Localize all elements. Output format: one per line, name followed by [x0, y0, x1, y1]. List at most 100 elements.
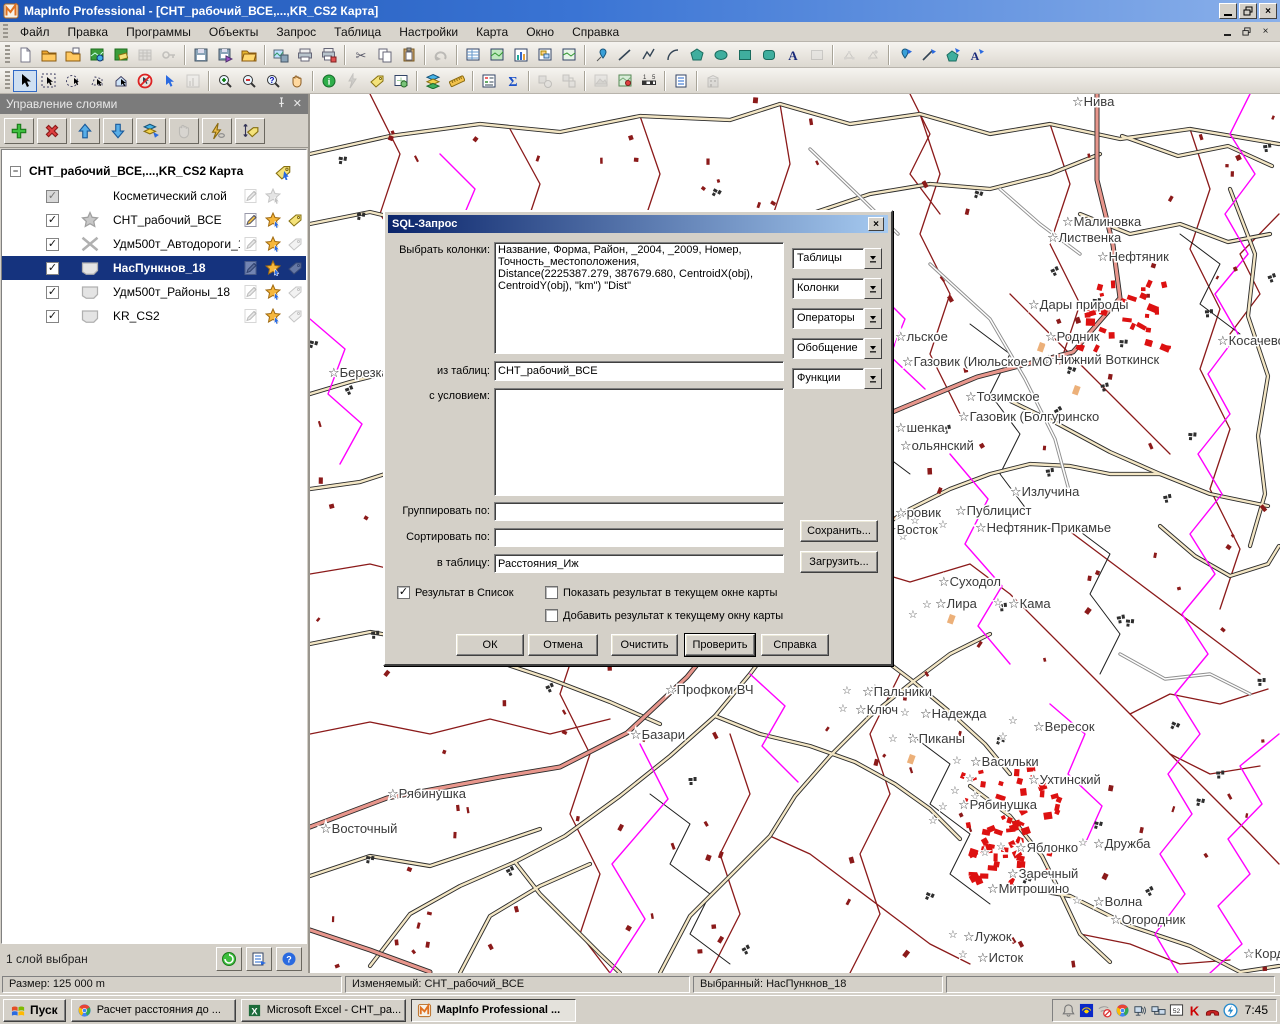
- text-style-button[interactable]: A: [965, 44, 989, 66]
- print-button[interactable]: [293, 44, 317, 66]
- kaspersky-tray-icon[interactable]: K: [1187, 1003, 1202, 1018]
- clip-region-onoff-button[interactable]: [613, 70, 637, 92]
- legend-window-button[interactable]: [669, 70, 693, 92]
- menu-Файл[interactable]: Файл: [11, 23, 59, 41]
- minimize-button[interactable]: [1219, 3, 1237, 19]
- into-table-field[interactable]: [494, 554, 784, 573]
- alarm-tray-icon[interactable]: [1061, 1003, 1076, 1018]
- layer-visibility-checkbox[interactable]: ✓: [46, 238, 59, 251]
- layer-row-KR_CS2[interactable]: ✓KR_CS2: [2, 304, 306, 328]
- ok-button[interactable]: ОК: [456, 634, 524, 656]
- ellipse-tool[interactable]: [709, 44, 733, 66]
- network-tray-icon[interactable]: [1151, 1003, 1166, 1018]
- save-template-button[interactable]: Сохранить...: [800, 520, 878, 542]
- save-copy-as-button[interactable]: [237, 44, 261, 66]
- taskbar-task-mapinfo[interactable]: MapInfo Professional ...: [411, 999, 576, 1022]
- save-workspace-button[interactable]: [213, 44, 237, 66]
- layer-visibility-checkbox[interactable]: ✓: [46, 286, 59, 299]
- open-web-service-button[interactable]: [109, 44, 133, 66]
- new-redistrict-button[interactable]: [557, 44, 581, 66]
- add-layer-button[interactable]: [4, 118, 34, 144]
- layer-editable-icon[interactable]: [240, 284, 262, 300]
- text-tool[interactable]: A: [781, 44, 805, 66]
- move-layer-down-button[interactable]: [103, 118, 133, 144]
- add-to-current-map-checkbox[interactable]: [545, 609, 558, 622]
- restore-button[interactable]: [1239, 3, 1257, 19]
- layer-selectable-icon[interactable]: [262, 308, 284, 324]
- layer-selectable-icon[interactable]: [262, 236, 284, 252]
- power-tray-icon[interactable]: [1223, 1003, 1238, 1018]
- layer-autolabel-icon[interactable]: [284, 284, 306, 300]
- layer-autolabel-icon[interactable]: [284, 308, 306, 324]
- rectangle-tool[interactable]: [733, 44, 757, 66]
- layer-control-button[interactable]: [421, 70, 445, 92]
- dropdown-arrow-icon[interactable]: [864, 368, 882, 389]
- pan-tool[interactable]: [285, 70, 309, 92]
- dialog-titlebar[interactable]: SQL-Запрос ×: [388, 215, 888, 233]
- layer-editable-icon[interactable]: [240, 260, 262, 276]
- menu-Справка[interactable]: Справка: [563, 23, 628, 41]
- show-legend-button[interactable]: [477, 70, 501, 92]
- wireless-off-tray-icon[interactable]: [1097, 1003, 1112, 1018]
- dropdown-arrow-icon[interactable]: [864, 248, 882, 269]
- layer-editable-icon[interactable]: [240, 308, 262, 324]
- layer-autolabel-icon[interactable]: [284, 236, 306, 252]
- menu-Настройки[interactable]: Настройки: [390, 23, 467, 41]
- layer-editable-icon[interactable]: [240, 236, 262, 252]
- group-by-field[interactable]: [494, 502, 784, 521]
- help-button[interactable]: Справка: [761, 634, 829, 656]
- layer-visibility-checkbox[interactable]: ✓: [46, 262, 59, 275]
- remove-layer-button[interactable]: [37, 118, 67, 144]
- move-layer-up-button[interactable]: [70, 118, 100, 144]
- dropdown-arrow-icon[interactable]: [864, 308, 882, 329]
- clear-button[interactable]: Очистить: [611, 634, 678, 656]
- browse-results-checkbox[interactable]: ✓: [397, 586, 410, 599]
- layer-selectable-icon[interactable]: [262, 284, 284, 300]
- open-dbms-table-button[interactable]: [61, 44, 85, 66]
- scalebar-button[interactable]: 15: [637, 70, 661, 92]
- where-condition-field[interactable]: [494, 388, 784, 496]
- taskbar-task-chrome[interactable]: Расчет расстояния до ...: [71, 999, 236, 1022]
- load-template-button[interactable]: Загрузить...: [800, 551, 878, 573]
- menu-Карта[interactable]: Карта: [467, 23, 517, 41]
- show-in-current-map-checkbox[interactable]: [545, 586, 558, 599]
- drag-map-window-tool[interactable]: [389, 70, 413, 92]
- fax-tray-icon[interactable]: [1205, 1003, 1220, 1018]
- menu-Запрос[interactable]: Запрос: [267, 23, 325, 41]
- dropdown-arrow-icon[interactable]: [864, 278, 882, 299]
- show-statistics-button[interactable]: Σ: [501, 70, 525, 92]
- menu-Окно[interactable]: Окно: [517, 23, 563, 41]
- rounded-rectangle-tool[interactable]: [757, 44, 781, 66]
- layer-selectable-icon[interactable]: [262, 260, 284, 276]
- ruler-tool[interactable]: [445, 70, 469, 92]
- dropdown-tables[interactable]: Таблицы: [792, 248, 882, 269]
- from-tables-field[interactable]: [494, 361, 784, 381]
- layer-row-Удм500т_Районы_18[interactable]: ✓Удм500т_Районы_18: [2, 280, 306, 304]
- invert-selection-button[interactable]: [157, 70, 181, 92]
- layer-editable-icon[interactable]: [240, 188, 262, 204]
- layer-row-Косметический слой[interactable]: ✓Косметический слой: [2, 184, 306, 208]
- mdi-close-button[interactable]: ×: [1257, 24, 1274, 39]
- cut-button[interactable]: ✂: [349, 44, 373, 66]
- layer-row-СНТ_рабочий_ВСЕ[interactable]: ✓СНТ_рабочий_ВСЕ: [2, 208, 306, 232]
- layer-autolabel-icon[interactable]: [284, 212, 306, 228]
- menu-gripper[interactable]: [3, 24, 8, 39]
- pin-icon[interactable]: [276, 97, 287, 111]
- display-tray-icon[interactable]: 52: [1169, 1003, 1184, 1018]
- menu-Таблица[interactable]: Таблица: [325, 23, 390, 41]
- select-tool[interactable]: [13, 70, 37, 92]
- new-browser-button[interactable]: [461, 44, 485, 66]
- label-order-button[interactable]: [235, 118, 265, 144]
- new-table-button[interactable]: [13, 44, 37, 66]
- select-columns-field[interactable]: Название, Форма, Район, _2004, _2009, Но…: [494, 242, 784, 354]
- dropdown-aggregates[interactable]: Обобщение: [792, 338, 882, 359]
- audio-tray-icon[interactable]: [1133, 1003, 1148, 1018]
- new-grapher-button[interactable]: [509, 44, 533, 66]
- radius-select-tool[interactable]: [61, 70, 85, 92]
- paste-button[interactable]: [397, 44, 421, 66]
- radio-tray-icon[interactable]: [1079, 1003, 1094, 1018]
- arc-tool[interactable]: [661, 44, 685, 66]
- save-window-as-button[interactable]: [269, 44, 293, 66]
- copy-button[interactable]: [373, 44, 397, 66]
- layer-autolabel-icon[interactable]: [284, 260, 306, 276]
